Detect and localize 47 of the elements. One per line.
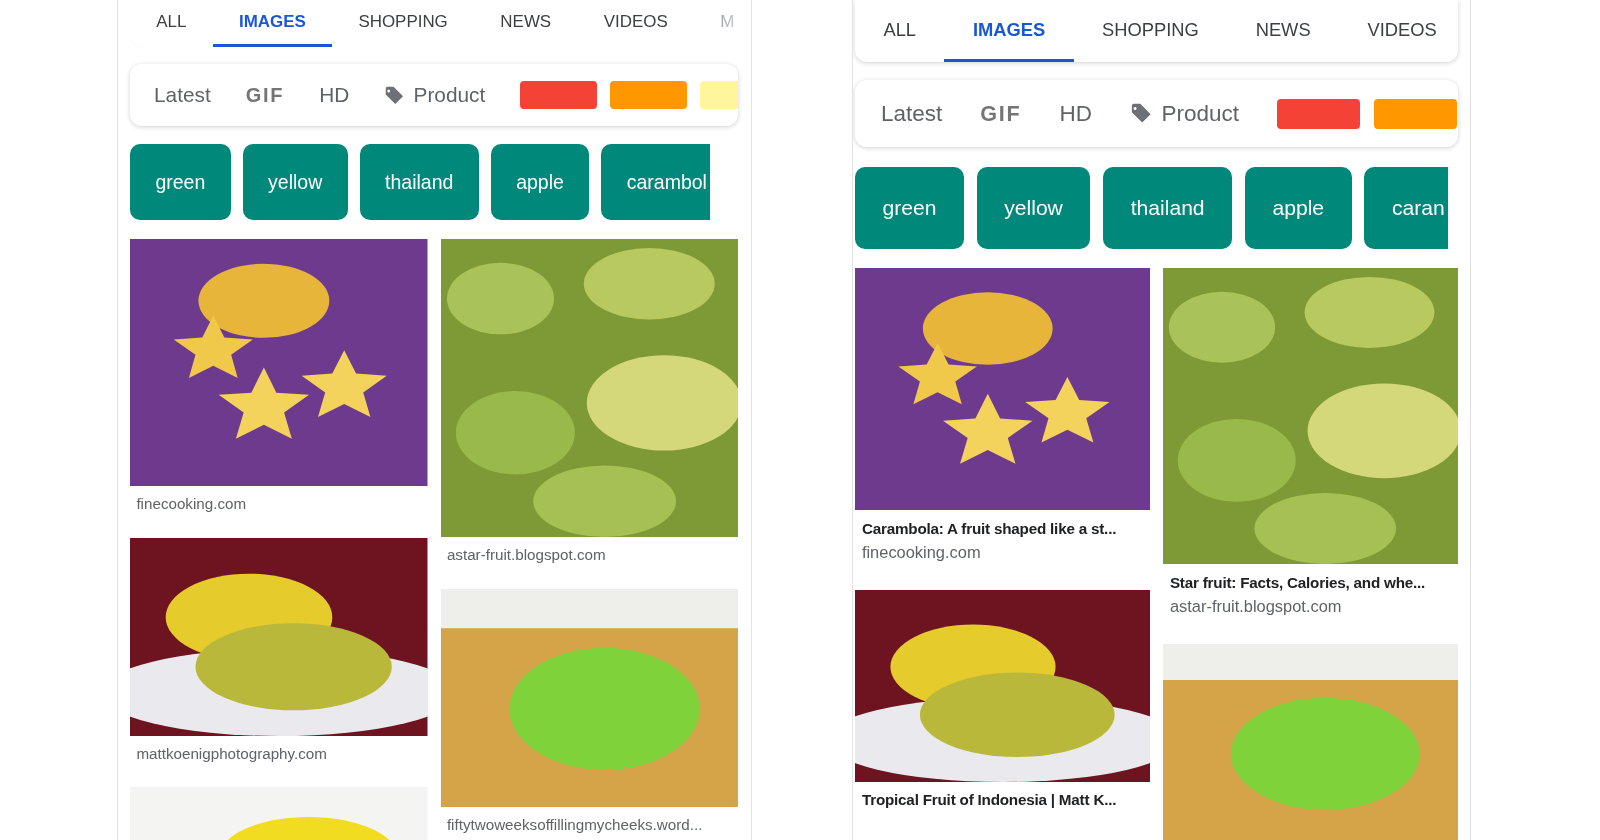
gif-filter[interactable]: GIF bbox=[245, 83, 284, 107]
suggestion-chip[interactable]: thailand bbox=[359, 144, 479, 221]
tag-icon bbox=[384, 84, 406, 106]
tab[interactable]: NEWS bbox=[474, 0, 578, 47]
suggestion-chip[interactable]: carambol bbox=[601, 144, 710, 221]
suggestion-chip[interactable]: green bbox=[130, 144, 231, 221]
result-title[interactable]: Carambola: A fruit shaped like a st... bbox=[861, 519, 1117, 537]
tab[interactable]: SHOPPING bbox=[332, 0, 475, 47]
suggestion-chip[interactable]: yellow bbox=[976, 167, 1091, 250]
photo-placeholder[interactable] bbox=[130, 537, 428, 736]
suggestion-chip[interactable]: thailand bbox=[1103, 167, 1233, 250]
result-title[interactable]: Tropical Fruit of Indonesia | Matt K... bbox=[861, 791, 1117, 809]
color-swatch[interactable] bbox=[1373, 98, 1457, 129]
tag-icon bbox=[1130, 102, 1153, 125]
result-source: finecooking.com bbox=[861, 543, 981, 562]
result-title[interactable]: Star fruit: Facts, Calories, and whe... bbox=[1169, 573, 1426, 591]
suggestion-chip[interactable]: apple bbox=[490, 144, 590, 221]
suggestion-chip[interactable]: yellow bbox=[242, 144, 348, 221]
filter-option[interactable]: HD bbox=[319, 83, 350, 108]
tab[interactable]: NEWS bbox=[1227, 0, 1340, 62]
result-source: finecooking.com bbox=[136, 495, 247, 513]
color-swatch[interactable] bbox=[520, 81, 598, 110]
gif-filter[interactable]: GIF bbox=[980, 100, 1022, 127]
photo-placeholder[interactable] bbox=[855, 589, 1150, 782]
suggestion-chip[interactable]: apple bbox=[1245, 167, 1352, 250]
suggestion-chip[interactable]: green bbox=[855, 167, 964, 250]
tab[interactable]: IMAGES bbox=[944, 0, 1074, 62]
tab[interactable]: VIDEOS bbox=[1339, 0, 1458, 62]
color-swatch[interactable] bbox=[1277, 98, 1361, 129]
color-swatch[interactable] bbox=[610, 81, 687, 110]
tab[interactable]: SHOPPING bbox=[1073, 0, 1228, 62]
filter-option[interactable]: Latest bbox=[154, 83, 211, 108]
result-source: astar-fruit.blogspot.com bbox=[1169, 597, 1342, 616]
tab[interactable]: ALL bbox=[130, 0, 213, 47]
result-source: astar-fruit.blogspot.com bbox=[446, 546, 606, 564]
product-filter[interactable]: Product bbox=[384, 83, 486, 108]
result-source: mattkoenigphotography.com bbox=[136, 744, 327, 762]
suggestion-chip[interactable]: caran bbox=[1364, 167, 1448, 250]
result-source: fiftytwoweeksoffillingmycheeks.word... bbox=[446, 815, 703, 833]
tab[interactable]: IMAGES bbox=[212, 0, 333, 47]
tab[interactable]: ALL bbox=[855, 0, 945, 62]
filter-option[interactable]: HD bbox=[1059, 100, 1092, 127]
photo-placeholder[interactable] bbox=[855, 268, 1150, 511]
product-filter[interactable]: Product bbox=[1130, 100, 1239, 127]
tab[interactable]: VIDEOS bbox=[577, 0, 695, 47]
photo-placeholder[interactable] bbox=[130, 239, 428, 487]
filter-option[interactable]: Latest bbox=[880, 100, 943, 127]
